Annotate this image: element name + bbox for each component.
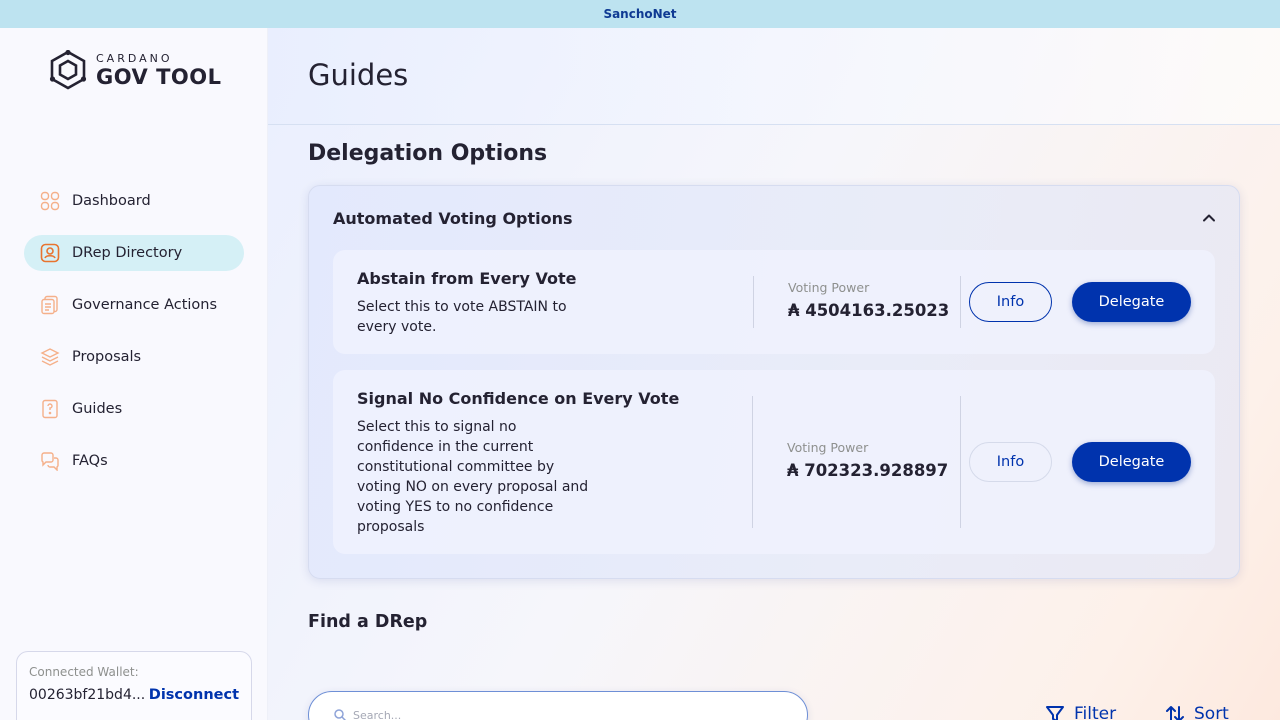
sidebar-item-proposals[interactable]: Proposals [24, 339, 244, 375]
sidebar-item-drep-directory[interactable]: DRep Directory [24, 235, 244, 271]
divider [753, 276, 754, 328]
filter-button[interactable]: Filter [1044, 703, 1116, 720]
main-content: Guides Delegation Options Automated Voti… [268, 28, 1280, 720]
dashboard-icon [40, 191, 60, 211]
faqs-icon [40, 451, 60, 471]
sidebar-item-label: Governance Actions [72, 297, 218, 313]
sidebar-item-dashboard[interactable]: Dashboard [24, 183, 244, 219]
chevron-up-icon[interactable] [1201, 210, 1217, 226]
disconnect-button[interactable]: Disconnect [149, 687, 239, 703]
sidebar-nav: Dashboard DRep Directory Governance Acti… [24, 183, 244, 495]
logo[interactable]: CARDANO GOV TOOL [48, 50, 222, 90]
sidebar: CARDANO GOV TOOL Dashboard DRep Director… [0, 28, 268, 720]
option-title: Abstain from Every Vote [357, 269, 577, 288]
page-title: Guides [308, 58, 409, 92]
delegate-button[interactable]: Delegate [1072, 442, 1191, 482]
wallet-address: 00263bf21bd4... [29, 687, 146, 703]
sidebar-item-label: FAQs [72, 453, 108, 469]
voting-power-value: ₳ 702323.928897 [787, 461, 949, 480]
sidebar-item-label: Dashboard [72, 193, 151, 209]
divider [752, 396, 753, 528]
guides-icon [40, 399, 60, 419]
voting-power-label: Voting Power [787, 440, 869, 455]
sidebar-item-governance-actions[interactable]: Governance Actions [24, 287, 244, 323]
search-input[interactable] [353, 708, 753, 720]
governance-actions-icon [40, 295, 60, 315]
sort-label: Sort [1194, 704, 1229, 720]
sidebar-item-guides[interactable]: Guides [24, 391, 244, 427]
network-banner: SanchoNet [0, 0, 1280, 28]
info-button[interactable]: Info [969, 282, 1052, 322]
search-icon [334, 709, 347, 720]
drep-directory-icon [40, 243, 60, 263]
abstain-option: Abstain from Every Vote Select this to v… [333, 250, 1215, 354]
option-description: Select this to vote ABSTAIN to every vot… [357, 299, 567, 335]
search-box[interactable] [308, 691, 808, 720]
info-button[interactable]: Info [969, 442, 1052, 482]
logo-small-text: CARDANO [96, 51, 173, 65]
sort-button[interactable]: Sort [1164, 703, 1229, 720]
no-confidence-option: Signal No Confidence on Every Vote Selec… [333, 370, 1215, 554]
automated-voting-options-title[interactable]: Automated Voting Options [333, 209, 573, 228]
page-header: Guides [268, 28, 1280, 125]
voting-power-label: Voting Power [788, 280, 870, 295]
cardano-logo-icon [49, 50, 87, 90]
sidebar-item-label: Proposals [72, 349, 142, 365]
sidebar-item-label: Guides [72, 401, 123, 417]
option-title: Signal No Confidence on Every Vote [357, 389, 680, 408]
logo-big-text: GOV TOOL [96, 64, 222, 89]
divider [960, 276, 961, 328]
automated-voting-options-card: Automated Voting Options Abstain from Ev… [308, 185, 1240, 579]
option-description: Select this to signal no confidence in t… [357, 419, 589, 535]
find-drep-title: Find a DRep [308, 612, 428, 632]
wallet-label: Connected Wallet: [29, 665, 139, 679]
delegate-button[interactable]: Delegate [1072, 282, 1191, 322]
sidebar-item-faqs[interactable]: FAQs [24, 443, 244, 479]
filter-icon [1046, 706, 1064, 720]
filter-label: Filter [1074, 704, 1117, 720]
proposals-icon [40, 347, 60, 367]
voting-power-value: ₳ 4504163.25023 [788, 301, 950, 320]
section-title: Delegation Options [308, 141, 548, 166]
connected-wallet-panel: Connected Wallet: 00263bf21bd4... Discon… [16, 651, 252, 720]
sort-icon [1166, 706, 1184, 720]
sidebar-item-label: DRep Directory [72, 245, 183, 261]
divider [960, 396, 961, 528]
